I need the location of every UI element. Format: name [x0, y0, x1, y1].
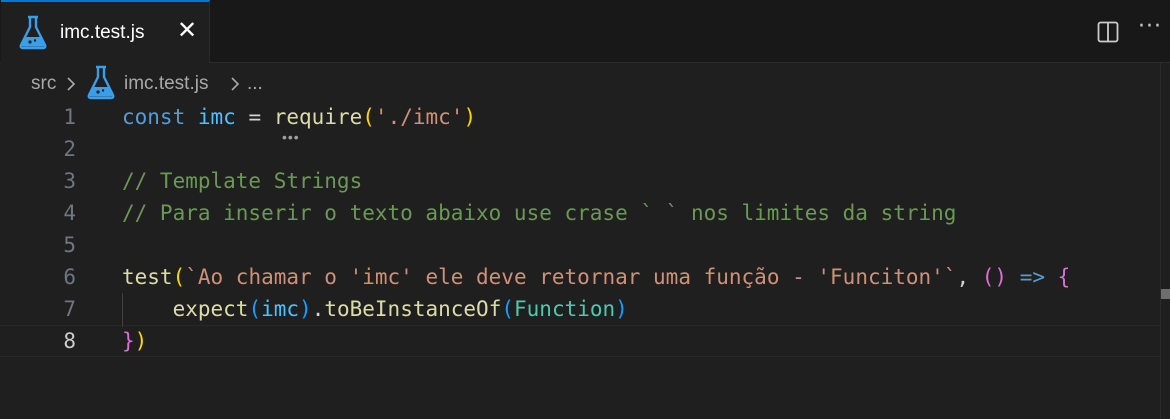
scrollbar-cursor-marker — [1161, 289, 1170, 299]
code-token: ( — [501, 297, 515, 321]
line-number: 2 — [63, 137, 76, 161]
code-line[interactable]: 7 expect(imc).toBeInstanceOf(Function) — [0, 293, 1160, 325]
code-text: // Para inserir o texto abaixo use crase… — [122, 197, 956, 229]
vertical-scrollbar[interactable] — [1160, 63, 1170, 419]
code-token: { — [1057, 265, 1071, 289]
code-token: } — [122, 329, 135, 353]
code-token: toBeInstanceOf — [324, 297, 502, 321]
code-token: // Para inserir o texto abaixo use crase… — [122, 201, 957, 225]
breadcrumb: src imc.test.js ... — [0, 63, 1160, 103]
code-token: ( — [362, 105, 375, 129]
line-number: 6 — [63, 265, 76, 289]
split-editor-icon[interactable] — [1097, 21, 1119, 48]
code-token: Function — [514, 297, 616, 321]
code-token: expect — [172, 297, 249, 321]
indent-guide — [122, 293, 123, 327]
line-number: 7 — [63, 297, 76, 321]
code-token: imc — [261, 297, 300, 321]
close-icon[interactable]: ✕ — [176, 18, 198, 44]
code-token: ) — [134, 329, 148, 353]
code-token: = — [235, 105, 274, 129]
line-number: 5 — [63, 233, 76, 257]
line-number: 1 — [63, 105, 76, 129]
chevron-right-icon — [65, 75, 77, 99]
code-line[interactable]: 8}) — [0, 325, 1160, 357]
breadcrumb-file[interactable]: imc.test.js — [124, 73, 208, 95]
code-line[interactable]: 1 const imc = require('./imc') — [0, 101, 1160, 133]
tab-imc-test-js[interactable]: imc.test.js ✕ — [1, 0, 210, 63]
code-line[interactable]: 3 // Template Strings — [0, 165, 1160, 197]
code-line[interactable]: 5 — [0, 229, 1160, 261]
flask-icon — [86, 64, 116, 106]
code-token: // Template Strings — [122, 169, 363, 193]
code-text: }) — [122, 326, 147, 356]
code-token: test — [122, 265, 173, 289]
line-number: 3 — [63, 169, 76, 193]
code-token: ( — [248, 297, 262, 321]
breadcrumb-symbol[interactable]: ... — [247, 73, 263, 95]
code-text: test(`Ao chamar o 'imc' ele deve retorna… — [122, 261, 1070, 293]
code-token: , — [956, 265, 982, 289]
line-number: 8 — [63, 329, 76, 353]
code-token: => — [1019, 265, 1046, 289]
code-line[interactable]: 4 // Para inserir o texto abaixo use cras… — [0, 197, 1160, 229]
code-token: `Ao chamar o 'imc' ele deve retornar uma… — [185, 265, 957, 289]
code-token: ) — [615, 297, 628, 321]
code-text: // Template Strings — [122, 165, 362, 197]
hint-squiggle: ••• — [282, 129, 300, 145]
code-token: ( — [172, 265, 186, 289]
code-text: expect(imc).toBeInstanceOf(Function) — [122, 293, 628, 325]
chevron-right-icon — [229, 75, 241, 99]
code-token: require — [273, 105, 363, 129]
code-token: ) — [463, 105, 477, 129]
code-editor[interactable]: 1 const imc = require('./imc') 2 3// Templa… — [0, 101, 1160, 419]
editor-tab-bar: imc.test.js ✕ ··· — [0, 0, 1170, 63]
flask-icon — [18, 14, 48, 55]
code-token: imc — [197, 105, 236, 129]
code-token: const — [122, 105, 186, 129]
code-line[interactable]: 6 test(`Ao chamar o 'imc' ele deve retorn… — [0, 261, 1160, 293]
code-line[interactable]: 2 — [0, 133, 1160, 165]
code-token: './imc' — [374, 105, 464, 129]
code-token: . — [311, 297, 325, 321]
breadcrumb-folder[interactable]: src — [31, 73, 56, 95]
tab-label: imc.test.js — [60, 22, 145, 43]
line-number: 4 — [63, 201, 76, 225]
code-token: () — [981, 265, 1008, 289]
more-actions-icon[interactable]: ··· — [1138, 14, 1162, 39]
code-token: ) — [299, 297, 312, 321]
